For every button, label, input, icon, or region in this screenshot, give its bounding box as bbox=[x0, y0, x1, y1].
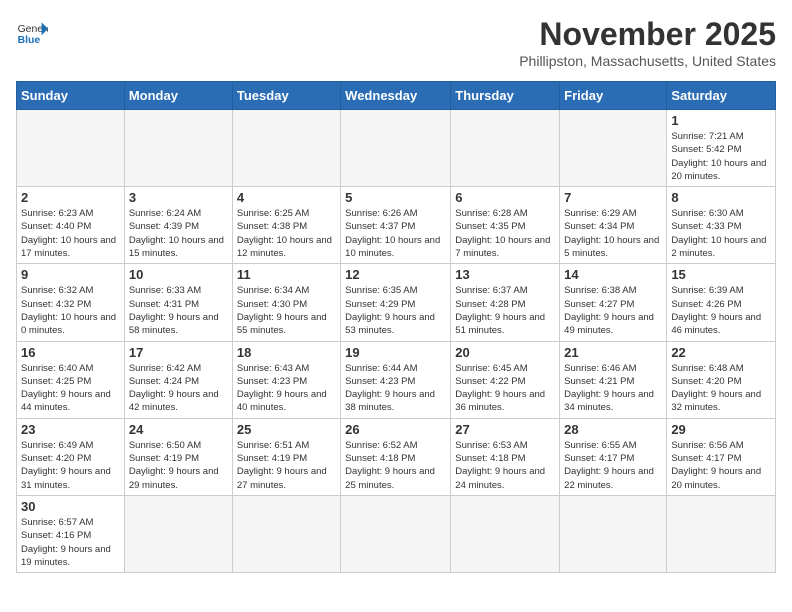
day-12: 12 Sunrise: 6:35 AMSunset: 4:29 PMDaylig… bbox=[341, 264, 451, 341]
day-23: 23 Sunrise: 6:49 AMSunset: 4:20 PMDaylig… bbox=[17, 418, 125, 495]
day-empty bbox=[560, 110, 667, 187]
day-14: 14 Sunrise: 6:38 AMSunset: 4:27 PMDaylig… bbox=[560, 264, 667, 341]
day-empty bbox=[341, 110, 451, 187]
day-empty bbox=[560, 495, 667, 572]
day-24: 24 Sunrise: 6:50 AMSunset: 4:19 PMDaylig… bbox=[124, 418, 232, 495]
day-22: 22 Sunrise: 6:48 AMSunset: 4:20 PMDaylig… bbox=[667, 341, 776, 418]
day-4: 4 Sunrise: 6:25 AMSunset: 4:38 PMDayligh… bbox=[232, 187, 340, 264]
day-17: 17 Sunrise: 6:42 AMSunset: 4:24 PMDaylig… bbox=[124, 341, 232, 418]
day-3: 3 Sunrise: 6:24 AMSunset: 4:39 PMDayligh… bbox=[124, 187, 232, 264]
day-29: 29 Sunrise: 6:56 AMSunset: 4:17 PMDaylig… bbox=[667, 418, 776, 495]
header-sunday: Sunday bbox=[17, 82, 125, 110]
day-21: 21 Sunrise: 6:46 AMSunset: 4:21 PMDaylig… bbox=[560, 341, 667, 418]
week-5-row: 23 Sunrise: 6:49 AMSunset: 4:20 PMDaylig… bbox=[17, 418, 776, 495]
title-block: November 2025 Phillipston, Massachusetts… bbox=[519, 16, 776, 69]
weekday-header-row: Sunday Monday Tuesday Wednesday Thursday… bbox=[17, 82, 776, 110]
day-empty bbox=[124, 495, 232, 572]
header-friday: Friday bbox=[560, 82, 667, 110]
day-16: 16 Sunrise: 6:40 AMSunset: 4:25 PMDaylig… bbox=[17, 341, 125, 418]
day-9: 9 Sunrise: 6:32 AMSunset: 4:32 PMDayligh… bbox=[17, 264, 125, 341]
week-3-row: 9 Sunrise: 6:32 AMSunset: 4:32 PMDayligh… bbox=[17, 264, 776, 341]
day-6: 6 Sunrise: 6:28 AMSunset: 4:35 PMDayligh… bbox=[451, 187, 560, 264]
day-18: 18 Sunrise: 6:43 AMSunset: 4:23 PMDaylig… bbox=[232, 341, 340, 418]
day-27: 27 Sunrise: 6:53 AMSunset: 4:18 PMDaylig… bbox=[451, 418, 560, 495]
day-5: 5 Sunrise: 6:26 AMSunset: 4:37 PMDayligh… bbox=[341, 187, 451, 264]
week-4-row: 16 Sunrise: 6:40 AMSunset: 4:25 PMDaylig… bbox=[17, 341, 776, 418]
svg-text:Blue: Blue bbox=[18, 35, 41, 46]
week-2-row: 2 Sunrise: 6:23 AMSunset: 4:40 PMDayligh… bbox=[17, 187, 776, 264]
day-empty bbox=[124, 110, 232, 187]
day-7: 7 Sunrise: 6:29 AMSunset: 4:34 PMDayligh… bbox=[560, 187, 667, 264]
day-10: 10 Sunrise: 6:33 AMSunset: 4:31 PMDaylig… bbox=[124, 264, 232, 341]
day-empty bbox=[341, 495, 451, 572]
day-2: 2 Sunrise: 6:23 AMSunset: 4:40 PMDayligh… bbox=[17, 187, 125, 264]
day-empty bbox=[667, 495, 776, 572]
day-13: 13 Sunrise: 6:37 AMSunset: 4:28 PMDaylig… bbox=[451, 264, 560, 341]
header-tuesday: Tuesday bbox=[232, 82, 340, 110]
day-15: 15 Sunrise: 6:39 AMSunset: 4:26 PMDaylig… bbox=[667, 264, 776, 341]
day-1: 1 Sunrise: 7:21 AM Sunset: 5:42 PM Dayli… bbox=[667, 110, 776, 187]
logo-icon: General Blue bbox=[16, 16, 48, 48]
day-8: 8 Sunrise: 6:30 AMSunset: 4:33 PMDayligh… bbox=[667, 187, 776, 264]
day-empty bbox=[17, 110, 125, 187]
day-19: 19 Sunrise: 6:44 AMSunset: 4:23 PMDaylig… bbox=[341, 341, 451, 418]
day-empty bbox=[451, 110, 560, 187]
day-empty bbox=[451, 495, 560, 572]
day-empty bbox=[232, 110, 340, 187]
day-28: 28 Sunrise: 6:55 AMSunset: 4:17 PMDaylig… bbox=[560, 418, 667, 495]
week-6-row: 30 Sunrise: 6:57 AMSunset: 4:16 PMDaylig… bbox=[17, 495, 776, 572]
day-30: 30 Sunrise: 6:57 AMSunset: 4:16 PMDaylig… bbox=[17, 495, 125, 572]
day-25: 25 Sunrise: 6:51 AMSunset: 4:19 PMDaylig… bbox=[232, 418, 340, 495]
logo: General Blue bbox=[16, 16, 48, 48]
day-empty bbox=[232, 495, 340, 572]
week-1-row: 1 Sunrise: 7:21 AM Sunset: 5:42 PM Dayli… bbox=[17, 110, 776, 187]
header-thursday: Thursday bbox=[451, 82, 560, 110]
header-wednesday: Wednesday bbox=[341, 82, 451, 110]
page-header: General Blue November 2025 Phillipston, … bbox=[16, 16, 776, 69]
header-saturday: Saturday bbox=[667, 82, 776, 110]
day-20: 20 Sunrise: 6:45 AMSunset: 4:22 PMDaylig… bbox=[451, 341, 560, 418]
day-11: 11 Sunrise: 6:34 AMSunset: 4:30 PMDaylig… bbox=[232, 264, 340, 341]
day-26: 26 Sunrise: 6:52 AMSunset: 4:18 PMDaylig… bbox=[341, 418, 451, 495]
location: Phillipston, Massachusetts, United State… bbox=[519, 53, 776, 69]
calendar-table: Sunday Monday Tuesday Wednesday Thursday… bbox=[16, 81, 776, 573]
header-monday: Monday bbox=[124, 82, 232, 110]
month-title: November 2025 bbox=[519, 16, 776, 53]
